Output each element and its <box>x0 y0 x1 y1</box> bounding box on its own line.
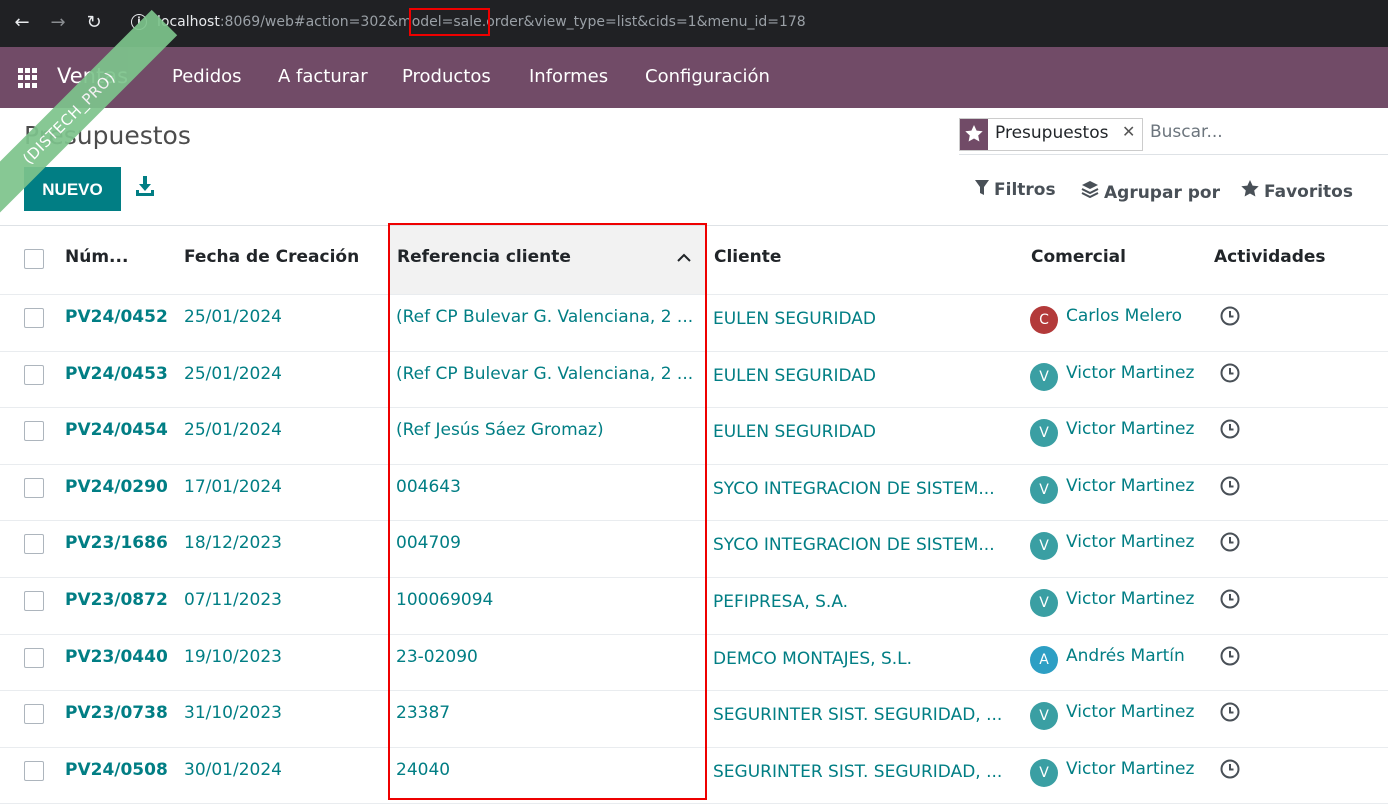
client-name[interactable]: SEGURINTER SIST. SEGURIDAD, ... <box>713 762 1013 782</box>
header-client[interactable]: Cliente <box>714 247 781 267</box>
creation-date[interactable]: 25/01/2024 <box>184 364 384 384</box>
order-number[interactable]: PV24/0508 <box>65 760 177 780</box>
facet-label: Presupuestos <box>995 123 1109 143</box>
row-checkbox[interactable] <box>24 761 44 781</box>
salesperson-name[interactable]: Victor Martinez <box>1066 363 1216 383</box>
row-checkbox[interactable] <box>24 421 44 441</box>
activity-clock-icon[interactable] <box>1220 476 1240 496</box>
menu-a-facturar[interactable]: A facturar <box>278 66 368 87</box>
avatar[interactable]: V <box>1030 476 1058 504</box>
activity-clock-icon[interactable] <box>1220 419 1240 439</box>
activity-clock-icon[interactable] <box>1220 759 1240 779</box>
client-name[interactable]: EULEN SEGURIDAD <box>713 366 1013 386</box>
creation-date[interactable]: 18/12/2023 <box>184 533 384 553</box>
menu-informes[interactable]: Informes <box>529 66 608 87</box>
group-by-label: Agrupar por <box>1104 183 1220 203</box>
activity-clock-icon[interactable] <box>1220 646 1240 666</box>
order-number[interactable]: PV23/0440 <box>65 647 177 667</box>
row-checkbox[interactable] <box>24 704 44 724</box>
menu-pedidos[interactable]: Pedidos <box>172 66 242 87</box>
avatar[interactable]: C <box>1030 306 1058 334</box>
avatar[interactable]: V <box>1030 589 1058 617</box>
salesperson-name[interactable]: Victor Martinez <box>1066 476 1216 496</box>
row-checkbox[interactable] <box>24 365 44 385</box>
order-number[interactable]: PV24/0290 <box>65 477 177 497</box>
row-checkbox[interactable] <box>24 308 44 328</box>
client-name[interactable]: EULEN SEGURIDAD <box>713 309 1013 329</box>
order-number[interactable]: PV23/1686 <box>65 533 177 553</box>
salesperson-name[interactable]: Victor Martinez <box>1066 532 1216 552</box>
order-number[interactable]: PV24/0453 <box>65 364 177 384</box>
salesperson-name[interactable]: Victor Martinez <box>1066 419 1216 439</box>
filters-button[interactable]: Filtros <box>975 180 1056 200</box>
apps-grid-icon[interactable] <box>18 68 38 88</box>
row-checkbox[interactable] <box>24 534 44 554</box>
group-by-button[interactable]: Agrupar por <box>1081 180 1220 203</box>
row-checkbox[interactable] <box>24 591 44 611</box>
filters-label: Filtros <box>994 180 1056 200</box>
avatar[interactable]: V <box>1030 702 1058 730</box>
activity-clock-icon[interactable] <box>1220 702 1240 722</box>
row-checkbox[interactable] <box>24 648 44 668</box>
client-name[interactable]: SEGURINTER SIST. SEGURIDAD, ... <box>713 705 1013 725</box>
filter-icon <box>975 180 989 200</box>
order-number[interactable]: PV23/0738 <box>65 703 177 723</box>
layers-icon <box>1081 180 1099 203</box>
order-number[interactable]: PV24/0454 <box>65 420 177 440</box>
reload-icon[interactable]: ↻ <box>82 11 106 35</box>
order-number[interactable]: PV24/0452 <box>65 307 177 327</box>
row-checkbox[interactable] <box>24 478 44 498</box>
salesperson-name[interactable]: Victor Martinez <box>1066 702 1216 722</box>
client-name[interactable]: SYCO INTEGRACION DE SISTEM... <box>713 535 1013 555</box>
search-input[interactable]: Buscar... <box>1150 122 1223 142</box>
salesperson-name[interactable]: Carlos Melero <box>1066 306 1216 326</box>
salesperson-name[interactable]: Andrés Martín <box>1066 646 1216 666</box>
activity-clock-icon[interactable] <box>1220 589 1240 609</box>
search-underline <box>959 154 1388 155</box>
forward-arrow-icon[interactable]: → <box>46 11 70 35</box>
row-divider <box>0 803 1388 804</box>
order-number[interactable]: PV23/0872 <box>65 590 177 610</box>
avatar[interactable]: V <box>1030 532 1058 560</box>
select-all-checkbox[interactable] <box>24 249 44 269</box>
header-salesperson[interactable]: Comercial <box>1031 247 1126 267</box>
star-icon <box>1241 180 1259 202</box>
header-activities[interactable]: Actividades <box>1214 247 1326 267</box>
client-name[interactable]: PEFIPRESA, S.A. <box>713 592 1013 612</box>
activity-clock-icon[interactable] <box>1220 363 1240 383</box>
facet-star-icon <box>960 119 988 150</box>
creation-date[interactable]: 25/01/2024 <box>184 307 384 327</box>
avatar[interactable]: V <box>1030 419 1058 447</box>
facet-remove-icon[interactable]: ✕ <box>1122 122 1135 141</box>
avatar[interactable]: A <box>1030 646 1058 674</box>
avatar[interactable]: V <box>1030 759 1058 787</box>
favorites-label: Favoritos <box>1264 182 1353 202</box>
header-date[interactable]: Fecha de Creación <box>184 247 359 267</box>
client-name[interactable]: SYCO INTEGRACION DE SISTEM... <box>713 479 1013 499</box>
client-name[interactable]: DEMCO MONTAJES, S.L. <box>713 649 1013 669</box>
creation-date[interactable]: 30/01/2024 <box>184 760 384 780</box>
header-number[interactable]: Núm... <box>65 247 128 267</box>
back-arrow-icon[interactable]: ← <box>10 11 34 35</box>
activity-clock-icon[interactable] <box>1220 532 1240 552</box>
avatar[interactable]: V <box>1030 363 1058 391</box>
favorites-button[interactable]: Favoritos <box>1241 180 1353 202</box>
creation-date[interactable]: 07/11/2023 <box>184 590 384 610</box>
salesperson-name[interactable]: Victor Martinez <box>1066 759 1216 779</box>
menu-productos[interactable]: Productos <box>402 66 491 87</box>
creation-date[interactable]: 17/01/2024 <box>184 477 384 497</box>
activity-clock-icon[interactable] <box>1220 306 1240 326</box>
url-model-highlight <box>409 8 490 36</box>
menu-configuracion[interactable]: Configuración <box>645 66 770 87</box>
url-path: :8069/web#action=302&model=sale.order&vi… <box>219 14 806 30</box>
column-highlight <box>388 223 707 800</box>
creation-date[interactable]: 31/10/2023 <box>184 703 384 723</box>
download-icon[interactable] <box>135 176 155 198</box>
creation-date[interactable]: 19/10/2023 <box>184 647 384 667</box>
client-name[interactable]: EULEN SEGURIDAD <box>713 422 1013 442</box>
salesperson-name[interactable]: Victor Martinez <box>1066 589 1216 609</box>
creation-date[interactable]: 25/01/2024 <box>184 420 384 440</box>
